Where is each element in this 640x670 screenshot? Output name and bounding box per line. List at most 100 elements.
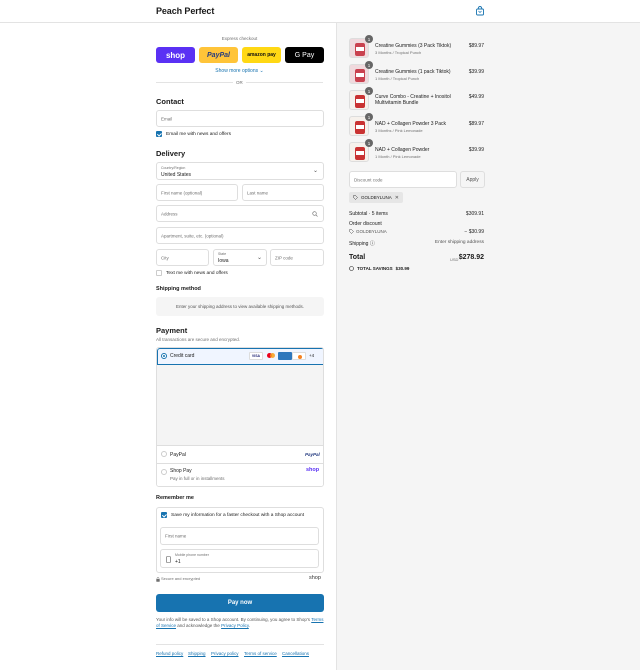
shipping-link[interactable]: Shipping — [188, 651, 206, 656]
total-value: $278.92 — [458, 254, 484, 261]
text-news-label: Text me with news and offers — [166, 270, 228, 276]
text-news-checkbox[interactable] — [156, 270, 162, 276]
privacy-policy-link[interactable]: Privacy Policy — [221, 623, 249, 628]
first-name-field[interactable]: First name (optional) — [156, 184, 238, 201]
city-field[interactable]: City — [156, 249, 209, 266]
state-select[interactable]: State Iowa ⌄ — [213, 249, 267, 266]
email-news-label: Email me with news and offers — [166, 131, 231, 137]
chevron-down-icon: ⌄ — [256, 254, 262, 261]
address-field[interactable]: Address — [156, 205, 324, 222]
payment-heading: Payment — [156, 326, 188, 335]
paypal-express-button[interactable]: PayPal — [199, 47, 238, 63]
shop-pay-express-button[interactable]: shop — [156, 47, 195, 63]
search-icon — [312, 211, 318, 217]
visa-icon: VISA — [249, 352, 263, 360]
shipping-method-notice: Enter your shipping address to view avai… — [156, 297, 324, 316]
remember-me-heading: Remember me — [156, 495, 194, 501]
header: Peach Perfect — [0, 0, 640, 23]
email-news-checkbox[interactable] — [156, 131, 162, 137]
item-variant: 3 Months / Pink Lemonade — [375, 128, 423, 133]
payment-subtitle: All transactions are secure and encrypte… — [156, 337, 241, 342]
chevron-down-icon: ⌄ — [259, 68, 264, 74]
apartment-field[interactable]: Apartment, suite, etc. (optional) — [156, 227, 324, 244]
cancellations-link[interactable]: Cancellations — [282, 651, 309, 656]
contact-heading: Contact — [156, 97, 184, 106]
amazon-pay-express-button[interactable]: amazon pay — [242, 47, 281, 63]
quantity-badge: 1 — [365, 87, 373, 95]
credit-card-radio[interactable] — [160, 352, 167, 359]
shipping-method-heading: Shipping method — [156, 286, 201, 292]
item-price: $39.99 — [468, 147, 484, 153]
paypal-radio[interactable] — [160, 451, 167, 457]
shop-pay-logo: shop — [306, 466, 320, 473]
subtotal-value: $309.91 — [465, 211, 484, 217]
total-savings: TOTAL SAVINGS $30.99 — [349, 266, 409, 271]
shop-pay-label: Shop Pay — [170, 468, 192, 474]
discount-code-field[interactable]: Discount code — [349, 171, 457, 188]
shopping-bag-icon[interactable] — [475, 6, 485, 16]
paypal-logo: PayPal — [305, 451, 320, 457]
credit-card-label: Credit card — [170, 353, 195, 359]
discount-value: − $30.99 — [464, 229, 484, 235]
item-variant: 1 Month / Pink Lemonade — [375, 154, 421, 159]
shipping-label: Shipping ⓘ — [349, 241, 375, 247]
terms-of-service-footer-link[interactable]: Terms of service — [244, 651, 277, 656]
item-name: NAD + Collagen Powder — [375, 147, 430, 153]
credit-card-form-area — [157, 365, 323, 445]
paypal-label: PayPal — [170, 451, 186, 458]
quantity-badge: 1 — [365, 35, 373, 43]
subtotal-label: Subtotal · 5 items — [349, 211, 388, 217]
quantity-badge: 1 — [365, 61, 373, 69]
express-checkout-title: Express checkout — [221, 36, 258, 41]
shop-logo: shop — [309, 574, 321, 581]
zip-field[interactable]: ZIP code — [270, 249, 324, 266]
item-name: NAD + Collagen Powder 3 Pack — [375, 121, 447, 127]
shop-pay-subtitle: Pay in full or in installments — [170, 475, 225, 481]
country-select[interactable]: Country/Region United States ⌄ — [156, 162, 324, 180]
mobile-phone-field[interactable]: Mobile phone number +1 — [160, 549, 319, 568]
tag-icon — [349, 266, 354, 271]
delivery-heading: Delivery — [156, 149, 186, 158]
info-icon[interactable]: ⓘ — [370, 241, 375, 247]
privacy-policy-footer-link[interactable]: Privacy policy — [211, 651, 239, 656]
quantity-badge: 1 — [365, 113, 373, 121]
save-info-checkbox[interactable] — [161, 512, 167, 518]
refund-policy-link[interactable]: Refund policy — [156, 651, 183, 656]
tag-icon — [353, 195, 358, 200]
last-name-field[interactable]: Last name — [242, 184, 324, 201]
currency-label: USD — [450, 257, 459, 262]
shop-pay-radio[interactable] — [160, 468, 167, 475]
remove-discount-icon[interactable]: ✕ — [395, 195, 399, 201]
apply-discount-button[interactable]: Apply — [460, 171, 485, 188]
item-name: Creatine Gummies (3 Pack Tiktok) — [375, 43, 452, 49]
lock-icon — [156, 576, 160, 582]
order-discount-label: Order discount — [349, 221, 382, 227]
footer-divider — [156, 644, 324, 645]
applied-discount-tag: GOLDBYLUNA ✕ — [349, 192, 403, 203]
mastercard-icon — [264, 352, 278, 360]
item-price: $89.97 — [468, 43, 484, 49]
chevron-down-icon: ⌄ — [312, 168, 318, 174]
item-price: $89.97 — [468, 121, 484, 127]
secure-label: Secure and encrypted — [161, 576, 201, 581]
remember-first-name-field[interactable]: First name — [160, 527, 319, 545]
store-logo[interactable]: Peach Perfect — [156, 6, 214, 16]
or-label: OR — [233, 80, 246, 85]
email-field[interactable]: Email — [156, 110, 324, 127]
item-variant: 3 Months / Tropical Punch — [375, 50, 422, 55]
item-name: Curve Combo - Creatine + Inositol Multiv… — [375, 94, 451, 106]
google-pay-express-button[interactable]: G Pay — [285, 47, 324, 63]
amex-icon — [278, 352, 292, 360]
show-more-options-link[interactable]: Show more options ⌄ — [156, 68, 323, 74]
phone-icon — [166, 555, 171, 563]
shipping-value: Enter shipping address — [434, 240, 484, 245]
more-cards-badge: +4 — [309, 353, 315, 358]
discover-icon — [292, 352, 306, 360]
save-info-label: Save my information for a faster checkou… — [171, 512, 305, 518]
quantity-badge: 1 — [365, 139, 373, 147]
total-label: Total — [349, 254, 366, 261]
shop-account-disclaimer: Your info will be saved to a Shop accoun… — [156, 617, 324, 628]
item-name: Creatine Gummies (1 pack Tiktok) — [375, 69, 451, 75]
pay-now-button[interactable]: Pay now — [156, 594, 324, 612]
item-variant: 1 Month / Tropical Punch — [375, 76, 420, 81]
